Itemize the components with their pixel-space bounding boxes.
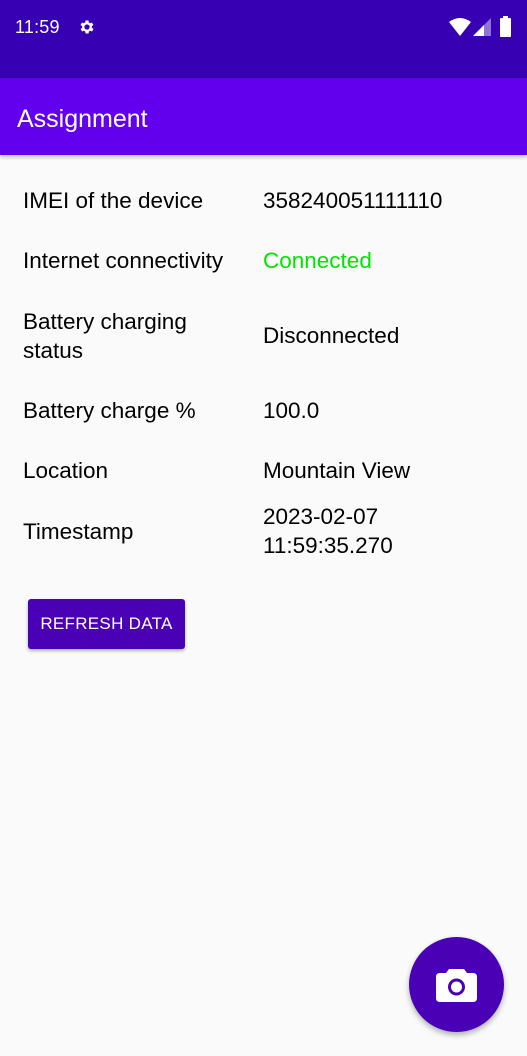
camera-fab-button[interactable] [409, 937, 504, 1032]
status-bar: 11:59 [0, 0, 527, 78]
signal-icon [473, 18, 491, 36]
info-label: Battery charging status [23, 309, 187, 363]
info-label: Internet connectivity [23, 248, 224, 273]
camera-icon [436, 969, 477, 1002]
app-bar: Assignment [0, 78, 527, 155]
refresh-data-button[interactable]: REFRESH DATA [28, 599, 185, 649]
info-value: 100.0 [263, 398, 320, 423]
page-title: Assignment [17, 105, 148, 133]
info-value-connected: Connected [263, 248, 372, 273]
info-value: Mountain View [263, 458, 411, 483]
battery-icon [500, 16, 511, 37]
gear-icon [80, 20, 94, 34]
info-value: 358240051111110 [263, 188, 443, 213]
info-label: Timestamp [23, 519, 134, 544]
status-time: 11:59 [15, 17, 60, 37]
info-value: Disconnected [263, 323, 400, 348]
info-label: IMEI of the device [23, 188, 204, 213]
info-value: 2023-02-07 11:59:35.270 [263, 504, 393, 558]
info-label: Location [23, 458, 109, 483]
info-label: Battery charge % [23, 398, 196, 423]
wifi-icon [449, 18, 471, 36]
